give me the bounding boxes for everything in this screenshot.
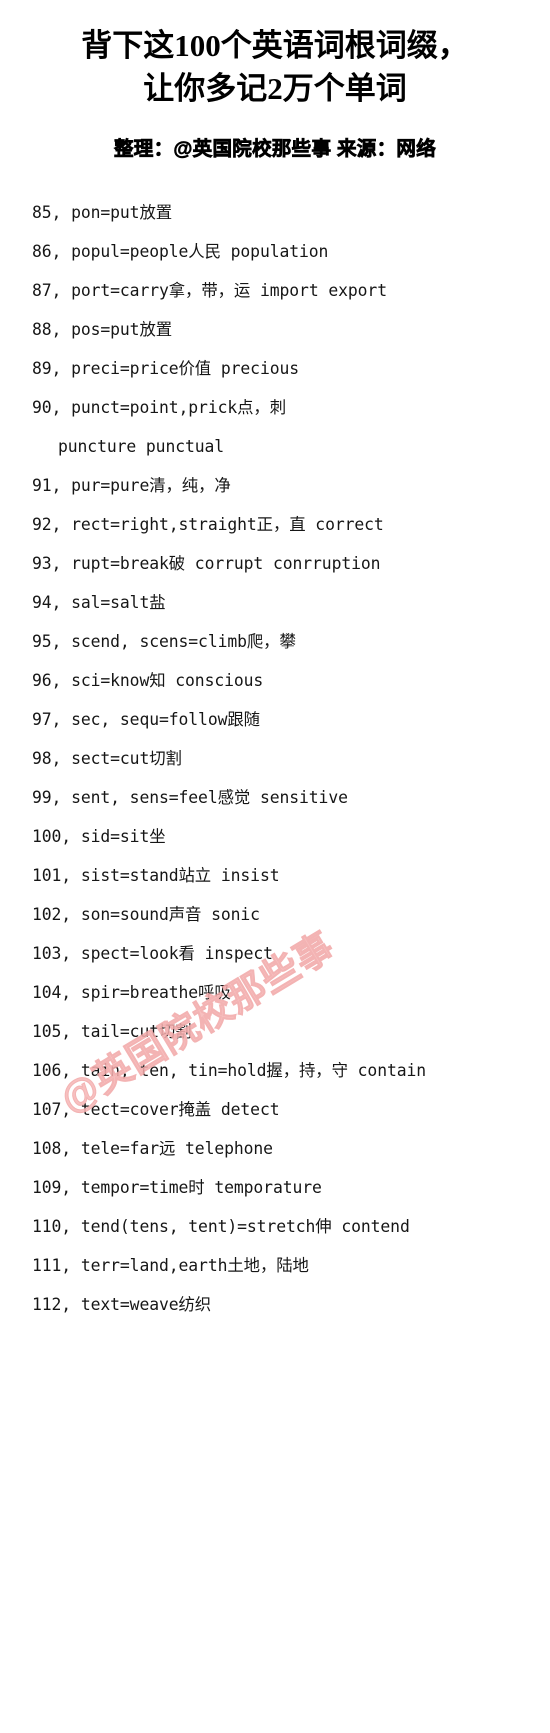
root-entry: 96, sci=know知 conscious	[32, 670, 264, 690]
root-entry: 112, text=weave纺织	[32, 1294, 212, 1314]
page-title: 背下这100个英语词根词缀， 让你多记2万个单词	[60, 26, 490, 110]
root-entry: 91, pur=pure清，纯，净	[32, 475, 231, 495]
document-header: 背下这100个英语词根词缀， 让你多记2万个单词 整理：@英国院校那些事 来源：…	[0, 0, 550, 161]
root-entry: 97, sec, sequ=follow跟随	[32, 709, 260, 729]
root-entry: 93, rupt=break破 corrupt conrruption	[32, 553, 381, 573]
page-subtitle: 整理：@英国院校那些事 来源：网络	[113, 137, 437, 160]
root-entry: 103, spect=look看 inspect	[32, 943, 273, 963]
root-entry: 110, tend(tens, tent)=stretch伸 contend	[32, 1216, 410, 1236]
root-entry: 98, sect=cut切割	[32, 748, 182, 768]
root-entry: 102, son=sound声音 sonic	[32, 904, 260, 924]
root-entry: 109, tempor=time时 temporature	[32, 1177, 322, 1197]
root-entry: 94, sal=salt盐	[32, 592, 166, 612]
root-entry: 104, spir=breathe呼吸	[32, 982, 231, 1002]
root-entry: 100, sid=sit坐	[32, 826, 166, 846]
root-entry: 90, punct=point,prick点，刺	[32, 397, 286, 417]
root-entry: 111, terr=land,earth土地，陆地	[32, 1255, 309, 1275]
root-entry: 89, preci=price价值 precious	[32, 358, 300, 378]
entry-continuation-line: puncture punctual	[58, 436, 225, 456]
document-page: 背下这100个英语词根词缀， 让你多记2万个单词 整理：@英国院校那些事 来源：…	[0, 0, 550, 1733]
root-entry: 108, tele=far远 telephone	[32, 1138, 273, 1158]
root-entry: 101, sist=stand站立 insist	[32, 865, 280, 885]
root-entry: 105, tail=cut切割	[32, 1021, 192, 1041]
root-entry: 99, sent, sens=feel感觉 sensitive	[32, 787, 348, 807]
root-entry: 86, popul=people人民 population	[32, 241, 329, 261]
root-entry: 87, port=carry拿，带，运 import export	[32, 280, 387, 300]
root-entry-list: 85, pon=put放置 86, popul=people人民 populati…	[0, 202, 550, 1314]
root-entry: 95, scend, scens=climb爬，攀	[32, 631, 296, 651]
root-entry: 88, pos=put放置	[32, 319, 173, 339]
root-entry: 106, tain, ten, tin=hold握，持，守 contain	[32, 1060, 427, 1080]
root-entry: 92, rect=right,straight正，直 correct	[32, 514, 384, 534]
root-entry: 85, pon=put放置	[32, 202, 173, 222]
page-title-line-1: 背下这100个英语词根词缀，	[81, 28, 469, 63]
root-entry: 107, tect=cover掩盖 detect	[32, 1099, 280, 1119]
page-title-line-2: 让你多记2万个单词	[143, 70, 407, 106]
